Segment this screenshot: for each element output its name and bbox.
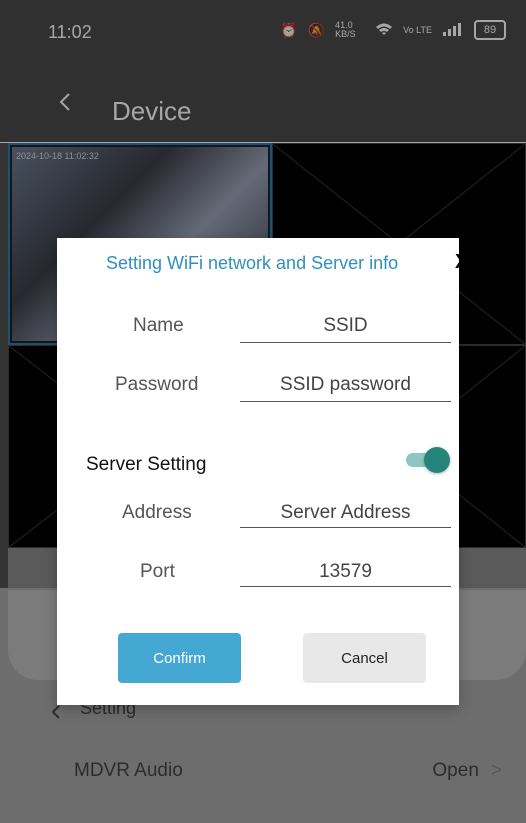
close-button[interactable]: X — [455, 251, 468, 274]
confirm-button[interactable]: Confirm — [118, 633, 241, 683]
server-setting-label: Server Setting — [86, 454, 207, 475]
cancel-button[interactable]: Cancel — [303, 633, 426, 683]
dialog-title: Setting WiFi network and Server info — [106, 253, 399, 273]
wifi-settings-dialog: Setting WiFi network and Server info X N… — [57, 238, 468, 705]
name-label: Name — [133, 315, 184, 336]
server-setting-toggle[interactable] — [406, 447, 454, 473]
name-input[interactable]: SSID — [240, 315, 451, 337]
name-underline — [240, 342, 451, 343]
port-label: Port — [140, 561, 175, 582]
password-label: Password — [115, 374, 199, 395]
port-underline — [240, 586, 451, 587]
address-underline — [240, 527, 451, 528]
password-underline — [240, 401, 451, 402]
port-input[interactable]: 13579 — [240, 561, 451, 583]
address-label: Address — [122, 502, 192, 523]
address-input[interactable]: Server Address — [240, 502, 451, 524]
password-input[interactable]: SSID password — [240, 374, 451, 396]
toggle-thumb — [424, 447, 450, 473]
